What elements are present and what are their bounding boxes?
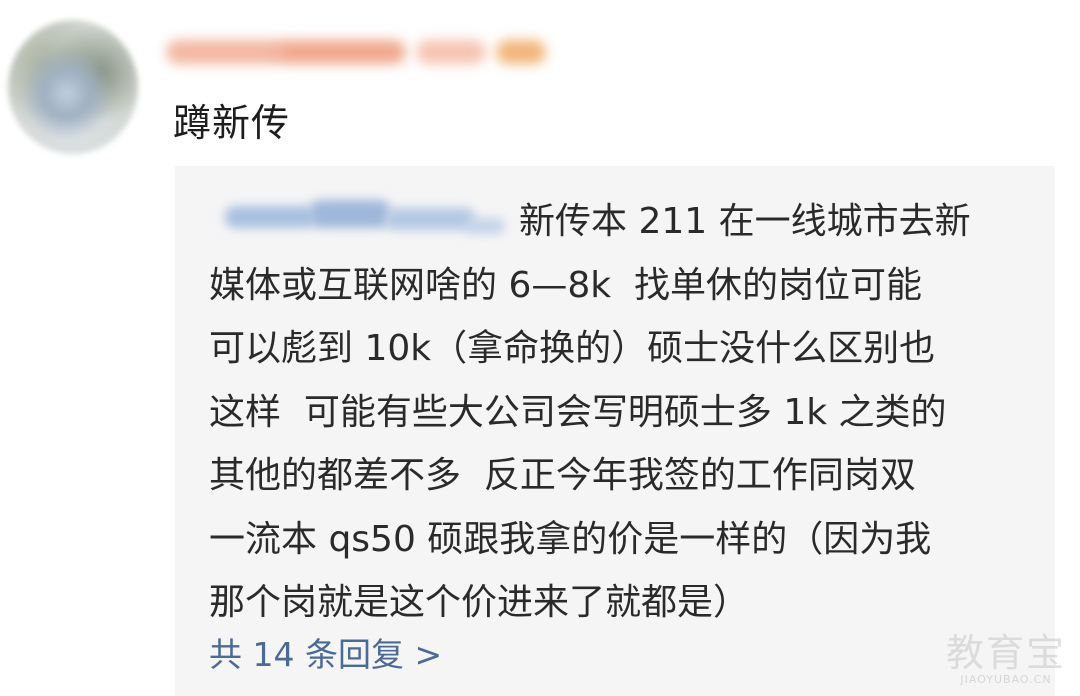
avatar[interactable] <box>8 20 138 154</box>
watermark-logo: 教育宝 JIAOYUBAO.CN <box>946 633 1066 686</box>
comment-card: 蹲新传 新传本 211 在一线城市去新 媒体或互联网啥的 6—8k 找单休的岗位… <box>0 0 1080 696</box>
watermark-sub: JIAOYUBAO.CN <box>960 673 1052 686</box>
watermark-main: 教育宝 <box>945 631 1066 675</box>
view-replies-link[interactable]: 共 14 条回复 > <box>209 628 442 676</box>
quoted-reply-box[interactable]: 新传本 211 在一线城市去新 媒体或互联网啥的 6—8k 找单休的岗位可能 可… <box>175 166 1055 696</box>
quote-line: 新传本 211 在一线城市去新 <box>519 201 971 242</box>
quoted-reply-text: 新传本 211 在一线城市去新 媒体或互联网啥的 6—8k 找单休的岗位可能 可… <box>209 190 1039 635</box>
quote-line: 媒体或互联网啥的 6—8k 找单休的岗位可能 <box>209 264 922 306</box>
quote-line: 那个岗就是这个价进来了就都是） <box>209 582 750 623</box>
quote-line: 其他的都差不多 反正今年我签的工作同岗双 <box>209 455 916 496</box>
quote-line: 这样 可能有些大公司会写明硕士多 1k 之类的 <box>209 391 947 433</box>
username-redacted[interactable] <box>166 30 576 74</box>
comment-text: 蹲新传 <box>173 101 291 145</box>
quote-line: 一流本 qs50 硕跟我拿的价是一样的（因为我 <box>209 518 932 560</box>
quote-line: 可以彪到 10k（拿命换的）硕士没什么区别也 <box>209 328 936 369</box>
